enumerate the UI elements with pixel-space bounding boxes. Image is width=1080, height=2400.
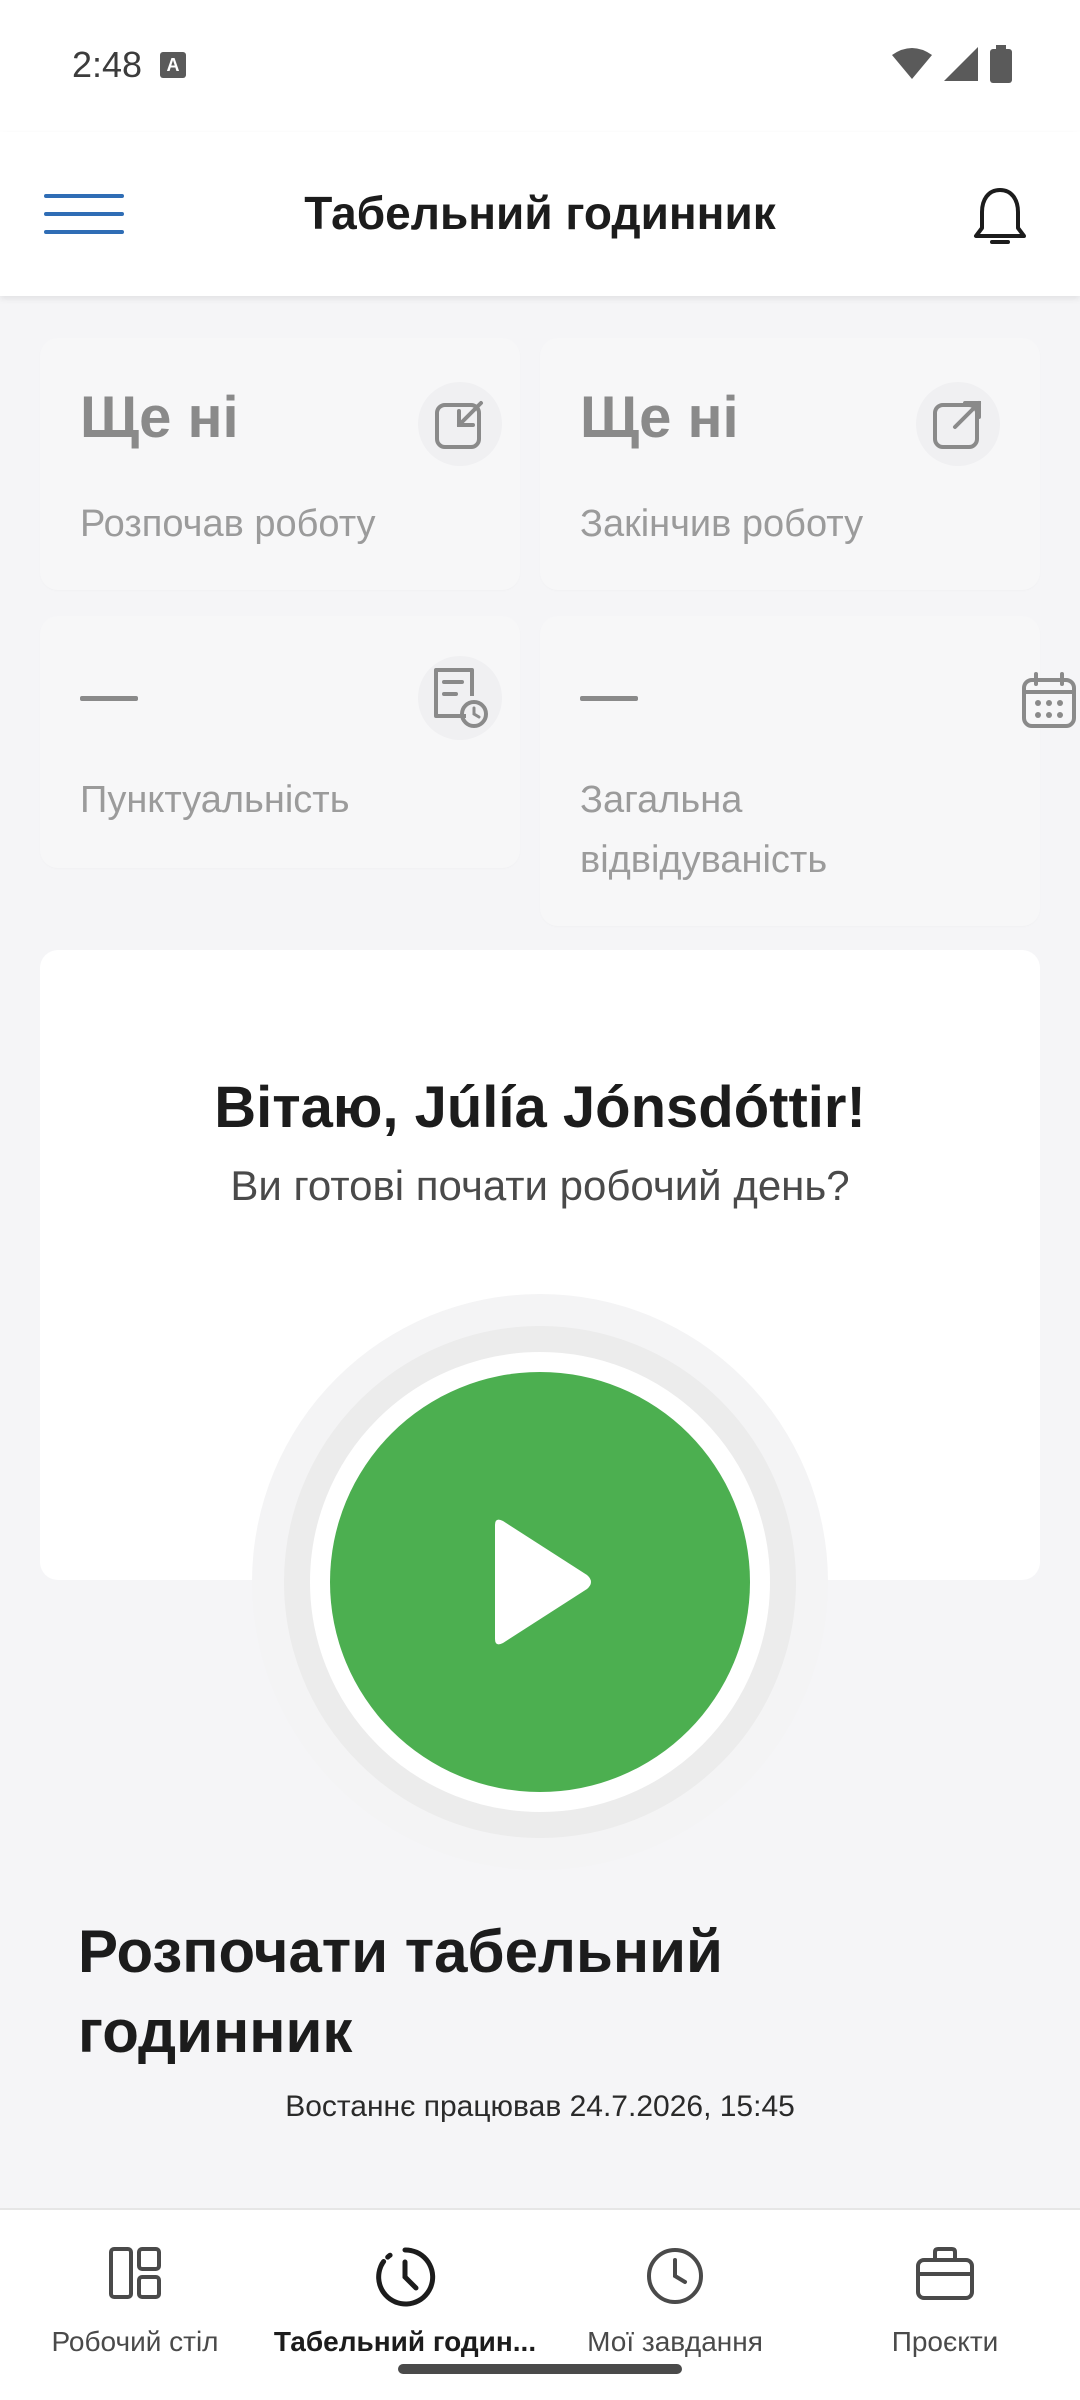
punctuality-label: Пунктуальність bbox=[80, 779, 350, 821]
attendance-label-line2: відвідуваність bbox=[580, 839, 828, 881]
started-card: Ще ні Розпочав роботу bbox=[40, 338, 520, 590]
welcome-title: Вітаю, Júlía Jónsdóttir! bbox=[214, 1075, 866, 1140]
nav-item-projects[interactable]: Проєкти bbox=[810, 2210, 1080, 2400]
clock-out-icon bbox=[933, 401, 981, 449]
a-icon: A bbox=[160, 52, 186, 78]
attendance-label-line1: Загальна bbox=[580, 779, 743, 821]
finished-label: Закінчив роботу bbox=[580, 503, 864, 545]
home-indicator[interactable] bbox=[398, 2364, 682, 2374]
punctuality-value bbox=[80, 696, 138, 701]
briefcase-icon bbox=[916, 2247, 974, 2300]
notifications-button[interactable] bbox=[972, 184, 1028, 248]
status-icons bbox=[892, 44, 1012, 84]
start-clock-button[interactable] bbox=[330, 1372, 750, 1792]
nav-item-dashboard[interactable]: Робочий стіл bbox=[0, 2210, 270, 2400]
attendance-value bbox=[580, 696, 638, 701]
clock-in-icon-wrap bbox=[418, 382, 502, 466]
clock-icon bbox=[647, 2248, 703, 2304]
nav-label-time-clock: Табельний годин... bbox=[273, 2326, 537, 2357]
page-title: Табельний годинник bbox=[304, 187, 776, 239]
finished-card: Ще ні Закінчив роботу bbox=[540, 338, 1040, 590]
clock-in-icon bbox=[435, 401, 483, 449]
status-bar: 2:48 A bbox=[0, 0, 1080, 132]
bell-icon bbox=[974, 188, 1026, 244]
punctuality-icon-wrap bbox=[418, 656, 502, 740]
dashboard-icon bbox=[109, 2247, 161, 2299]
start-heading-line1: Розпочати табельний bbox=[78, 1918, 723, 1985]
welcome-subtitle: Ви готові почати робочий день? bbox=[230, 1162, 850, 1209]
nav-label-projects: Проєкти bbox=[891, 2326, 999, 2357]
punctuality-card: — Пунктуальність bbox=[40, 616, 520, 868]
last-worked-text: Востаннє працював 24.7.2026, 15:45 bbox=[285, 2090, 795, 2123]
wifi-icon bbox=[892, 48, 932, 79]
punctuality-icon bbox=[434, 668, 488, 728]
finished-value: Ще ні bbox=[580, 385, 739, 450]
battery-icon bbox=[990, 45, 1012, 83]
started-label: Розпочав роботу bbox=[80, 503, 376, 545]
status-time: 2:48 bbox=[72, 44, 143, 85]
nav-label-dashboard: Робочий стіл bbox=[51, 2326, 219, 2357]
calendar-icon bbox=[1022, 672, 1076, 728]
start-heading-line2: годинник bbox=[78, 1998, 353, 2065]
started-value: Ще ні bbox=[80, 385, 239, 450]
start-heading[interactable]: Розпочати табельний годинник bbox=[78, 1912, 978, 2072]
nav-label-my-tasks: Мої завдання bbox=[587, 2326, 763, 2357]
signal-icon bbox=[944, 47, 978, 81]
play-icon bbox=[495, 1519, 591, 1645]
time-clock-icon bbox=[376, 2247, 436, 2307]
clock-out-icon-wrap bbox=[916, 382, 1000, 466]
attendance-card: — Загальна відвідуваність bbox=[540, 616, 1040, 926]
app-bar: Табельний годинник bbox=[0, 132, 1080, 296]
